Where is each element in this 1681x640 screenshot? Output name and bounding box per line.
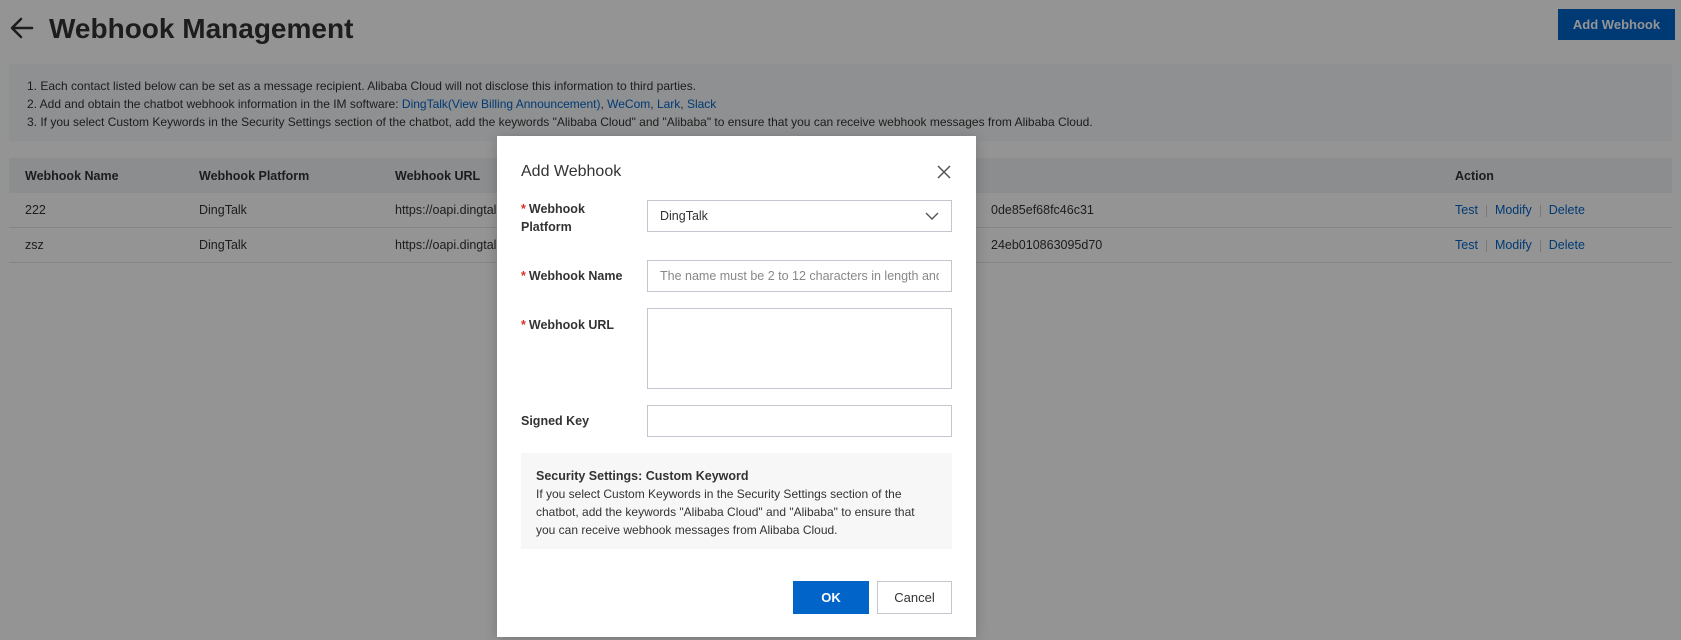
security-text: If you select Custom Keywords in the Sec… [536,487,915,537]
security-title: Security Settings: Custom Keyword [536,469,749,483]
dialog-title: Add Webhook [521,163,622,180]
webhook-platform-select[interactable]: DingTalk [647,200,952,232]
webhook-url-label: * Webhook URL [521,318,615,332]
chevron-down-icon [925,212,939,220]
webhook-platform-label: * Webhook Platform [521,202,585,234]
cancel-button[interactable]: Cancel [877,581,952,614]
close-icon[interactable] [936,164,952,180]
selected-platform: DingTalk [660,209,708,223]
ok-button[interactable]: OK [793,581,869,614]
required-mark: * [521,202,526,216]
webhook-url-textarea[interactable] [647,308,952,389]
signed-key-label: Signed Key [521,414,590,428]
signed-key-input[interactable] [647,405,952,437]
security-settings-note: Security Settings: Custom Keyword If you… [521,453,952,549]
required-mark: * [521,269,526,283]
required-mark: * [521,318,526,332]
add-webhook-dialog: Add Webhook * Webhook Platform DingTalk * W… [497,136,976,637]
webhook-name-input[interactable] [647,260,952,292]
webhook-name-label: * Webhook Name [521,269,623,283]
